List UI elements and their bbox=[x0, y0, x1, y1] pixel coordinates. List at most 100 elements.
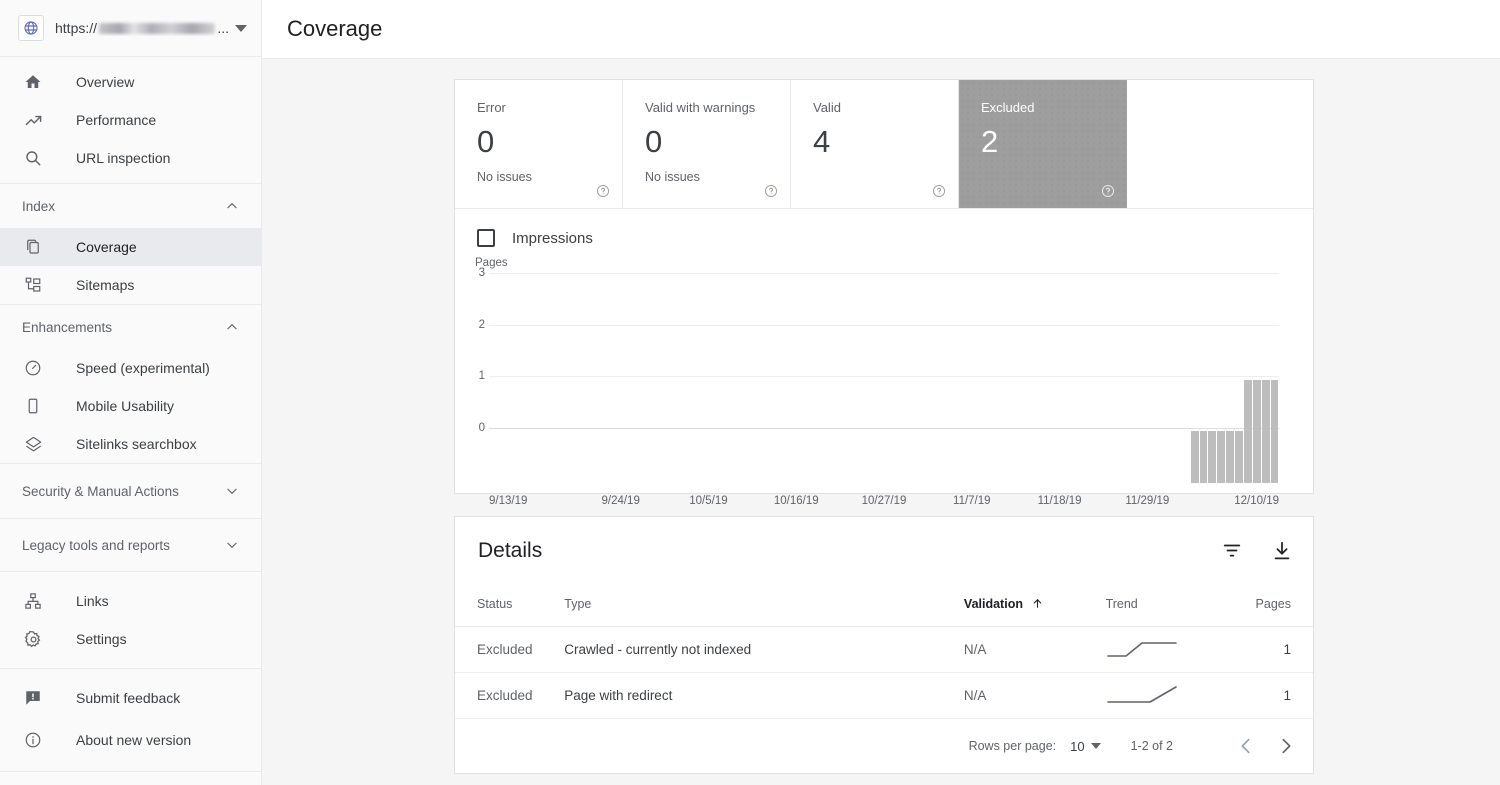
sidebar-group-header-legacy[interactable]: Legacy tools and reports bbox=[0, 519, 261, 571]
sidebar-group-security: Security & Manual Actions bbox=[0, 464, 261, 519]
chart-bar bbox=[1226, 431, 1234, 483]
chart-bar bbox=[1262, 380, 1270, 483]
sidebar-item-url-inspection[interactable]: URL inspection bbox=[0, 139, 261, 177]
sidebar-group-header-enhancements[interactable]: Enhancements bbox=[0, 305, 261, 349]
status-card-error[interactable]: Error 0 No issues bbox=[455, 80, 623, 208]
home-icon bbox=[22, 71, 44, 93]
cell-pages: 1 bbox=[1242, 672, 1313, 718]
chart-bar bbox=[1191, 431, 1199, 483]
column-header-validation[interactable]: Validation bbox=[964, 584, 1106, 626]
status-card-subtitle: No issues bbox=[477, 170, 622, 184]
status-card-excluded[interactable]: Excluded 2 bbox=[959, 80, 1127, 208]
details-header: Details bbox=[455, 517, 1313, 584]
sidebar-item-mobile-usability[interactable]: Mobile Usability bbox=[0, 387, 261, 425]
download-icon[interactable] bbox=[1271, 540, 1293, 562]
sidebar-item-overview[interactable]: Overview bbox=[0, 63, 261, 101]
x-tick: 9/24/19 bbox=[577, 495, 665, 507]
table-row[interactable]: Excluded Page with redirect N/A 1 bbox=[455, 672, 1313, 718]
url-ellipsis: ... bbox=[217, 20, 229, 36]
sidebar-item-submit-feedback[interactable]: Submit feedback bbox=[0, 677, 261, 719]
speedometer-icon bbox=[22, 357, 44, 379]
info-icon bbox=[22, 729, 44, 751]
sidebar-group-header-security[interactable]: Security & Manual Actions bbox=[0, 464, 261, 518]
rows-per-page-value[interactable]: 10 bbox=[1070, 739, 1084, 754]
sidebar-item-label: Speed (experimental) bbox=[76, 360, 210, 376]
chevron-right-icon[interactable] bbox=[1275, 735, 1297, 757]
sidebar-item-label: Links bbox=[76, 593, 109, 609]
sidebar-item-sitemaps[interactable]: Sitemaps bbox=[0, 266, 261, 304]
url-redacted-block bbox=[99, 23, 215, 34]
x-tick: 11/18/19 bbox=[1016, 495, 1104, 507]
sidebar-group-header-index[interactable]: Index bbox=[0, 184, 261, 228]
links-icon bbox=[22, 590, 44, 612]
chevron-up-icon[interactable] bbox=[225, 320, 239, 334]
details-table-body: Excluded Crawled - currently not indexed… bbox=[455, 626, 1313, 718]
chart-bar bbox=[1244, 380, 1252, 483]
help-icon[interactable] bbox=[764, 184, 778, 198]
details-title: Details bbox=[478, 539, 542, 563]
column-header-pages[interactable]: Pages bbox=[1242, 584, 1313, 626]
x-tick: 10/5/19 bbox=[665, 495, 753, 507]
help-icon[interactable] bbox=[932, 184, 946, 198]
sidebar-primary-group: Overview Performance URL inspection bbox=[0, 57, 261, 184]
chevron-left-icon[interactable] bbox=[1235, 735, 1257, 757]
chevron-down-icon[interactable] bbox=[1091, 743, 1101, 749]
status-card-valid[interactable]: Valid 4 bbox=[791, 80, 959, 208]
table-header-row: Status Type Validation Trend bbox=[455, 584, 1313, 626]
filter-icon[interactable] bbox=[1221, 540, 1243, 562]
page-header: Coverage bbox=[262, 0, 1500, 59]
chart-legend: Impressions bbox=[455, 225, 1313, 247]
help-icon[interactable] bbox=[1101, 184, 1115, 198]
chevron-down-icon[interactable] bbox=[225, 538, 239, 552]
y-tick-0: 0 bbox=[469, 422, 485, 434]
details-table-head: Status Type Validation Trend bbox=[455, 584, 1313, 626]
cell-trend bbox=[1106, 672, 1243, 718]
table-row[interactable]: Excluded Crawled - currently not indexed… bbox=[455, 626, 1313, 672]
status-card-title: Valid bbox=[813, 100, 958, 115]
help-icon[interactable] bbox=[596, 184, 610, 198]
sidebar-item-about-new-version[interactable]: About new version bbox=[0, 719, 261, 761]
sidebar-item-label: URL inspection bbox=[76, 150, 170, 166]
chart-plot-area: Pages 3 2 1 0 9/13/19 9/24/19 bbox=[455, 273, 1313, 483]
cell-validation: N/A bbox=[964, 626, 1106, 672]
impressions-checkbox[interactable] bbox=[477, 229, 495, 247]
chevron-down-icon[interactable] bbox=[235, 25, 247, 32]
column-header-status[interactable]: Status bbox=[455, 584, 564, 626]
impressions-label: Impressions bbox=[512, 230, 593, 247]
sidebar-item-settings[interactable]: Settings bbox=[0, 620, 261, 658]
sitemap-icon bbox=[22, 274, 44, 296]
trending-up-icon bbox=[22, 109, 44, 131]
x-tick: 11/29/19 bbox=[1103, 495, 1191, 507]
sidebar-item-links[interactable]: Links bbox=[0, 582, 261, 620]
cell-status: Excluded bbox=[455, 672, 564, 718]
column-header-type[interactable]: Type bbox=[564, 584, 964, 626]
chart-x-ticks: 9/13/19 9/24/19 10/5/19 10/16/19 10/27/1… bbox=[489, 495, 1279, 507]
y-tick-2: 2 bbox=[469, 319, 485, 331]
sidebar-item-performance[interactable]: Performance bbox=[0, 101, 261, 139]
status-cards-filler bbox=[1127, 80, 1313, 208]
property-selector[interactable]: https:// ... bbox=[0, 0, 261, 57]
sidebar-item-speed[interactable]: Speed (experimental) bbox=[0, 349, 261, 387]
gridline-3 bbox=[489, 273, 1279, 274]
x-tick: 9/13/19 bbox=[489, 495, 577, 507]
cell-type: Crawled - currently not indexed bbox=[564, 626, 964, 672]
gridline-2 bbox=[489, 325, 1279, 326]
status-card-title: Error bbox=[477, 100, 622, 115]
status-card-valid-with-warnings[interactable]: Valid with warnings 0 No issues bbox=[623, 80, 791, 208]
globe-icon bbox=[18, 15, 44, 41]
column-header-trend[interactable]: Trend bbox=[1106, 584, 1243, 626]
sidebar-item-coverage[interactable]: Coverage bbox=[0, 228, 261, 266]
feedback-icon bbox=[22, 687, 44, 709]
app-root: https:// ... Overview Performance bbox=[0, 0, 1500, 785]
sidebar-item-label: Performance bbox=[76, 112, 156, 128]
cell-validation: N/A bbox=[964, 672, 1106, 718]
status-card-count: 4 bbox=[813, 126, 958, 157]
gear-icon bbox=[22, 628, 44, 650]
status-card-title: Valid with warnings bbox=[645, 100, 790, 115]
rows-per-page-label: Rows per page: bbox=[969, 739, 1057, 753]
sidebar-item-sitelinks-searchbox[interactable]: Sitelinks searchbox bbox=[0, 425, 261, 463]
sidebar-group-title: Legacy tools and reports bbox=[22, 538, 170, 553]
sidebar-footer-group: Links Settings bbox=[0, 572, 261, 669]
chevron-up-icon[interactable] bbox=[225, 199, 239, 213]
chevron-down-icon[interactable] bbox=[225, 484, 239, 498]
